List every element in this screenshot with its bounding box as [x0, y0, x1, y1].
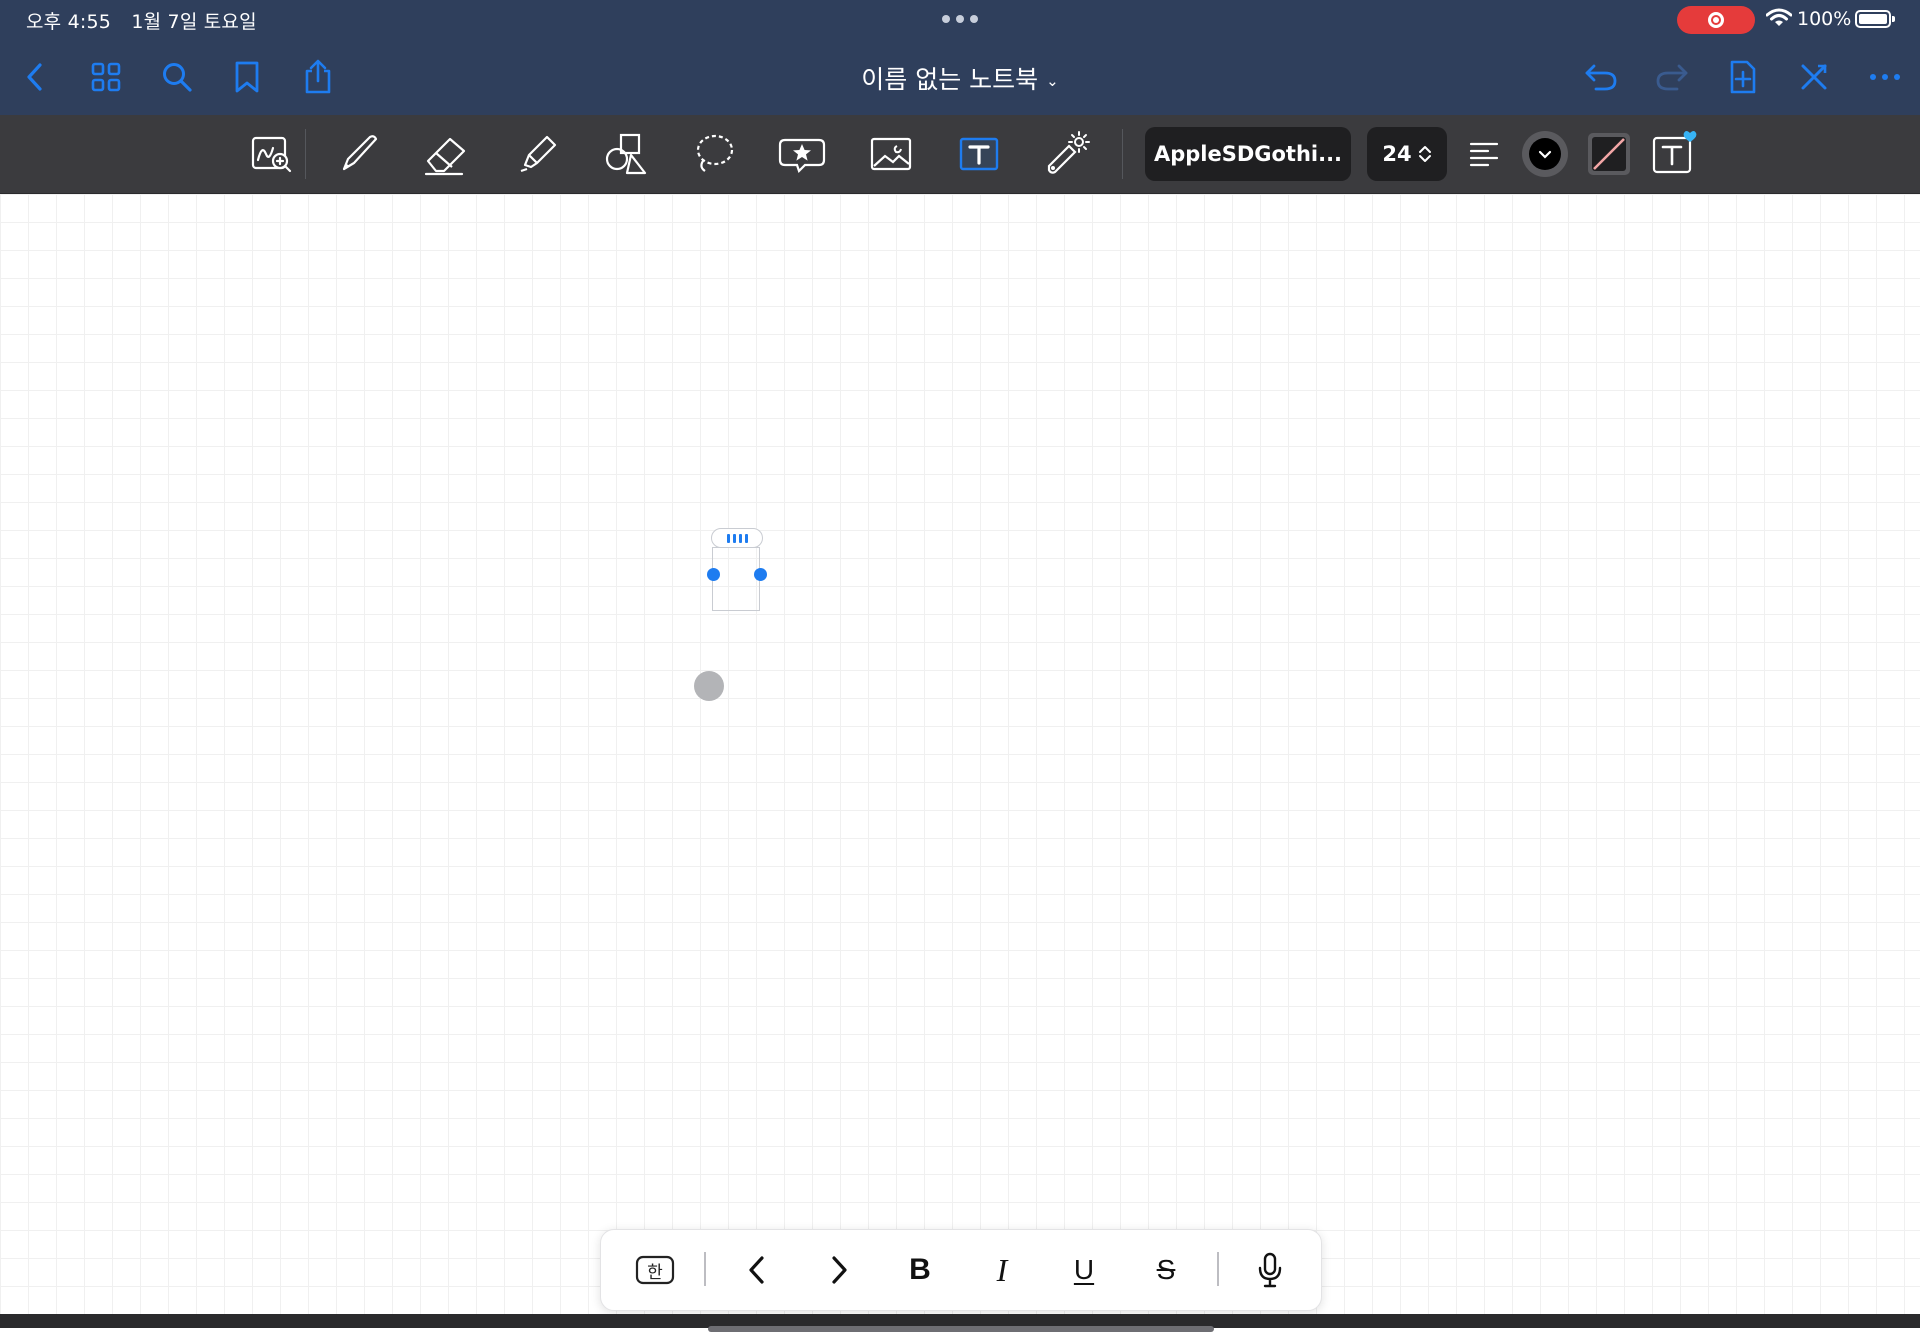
italic-label: I — [996, 1251, 1008, 1288]
chevron-down-icon: ⌄ — [1046, 72, 1059, 90]
screen-recording-indicator[interactable] — [1677, 6, 1755, 34]
note-canvas[interactable] — [0, 194, 1920, 1314]
highlighter-icon[interactable] — [513, 129, 563, 179]
zoom-handwriting-icon[interactable] — [246, 129, 296, 179]
laser-pointer-icon[interactable] — [1042, 129, 1092, 179]
strikethrough-label: S — [1156, 1254, 1176, 1285]
font-family-label: AppleSDGothi... — [1153, 142, 1343, 166]
textbox-resize-handle-left[interactable] — [707, 568, 720, 581]
notebook-title-text: 이름 없는 노트북 — [861, 65, 1039, 94]
textbox-drag-handle[interactable] — [711, 528, 763, 548]
microphone-icon — [1258, 1252, 1282, 1288]
bold-button[interactable]: B — [894, 1244, 946, 1296]
keyboard-language-label: 한 — [647, 1262, 663, 1283]
status-date: 1월 7일 토요일 — [131, 11, 257, 33]
background-color-picker[interactable] — [1584, 129, 1634, 179]
updown-chevron-icon — [1418, 146, 1431, 162]
pointer-cursor — [694, 671, 724, 701]
image-icon[interactable] — [866, 129, 916, 179]
lasso-icon[interactable] — [689, 129, 739, 179]
text-style-presets-icon[interactable] — [1649, 129, 1699, 179]
keyboard-switch-button[interactable]: 한 — [629, 1244, 681, 1296]
shapes-icon[interactable] — [601, 129, 651, 179]
text-color-picker[interactable] — [1520, 129, 1570, 179]
record-icon — [1708, 12, 1724, 28]
notebook-title[interactable]: 이름 없는 노트북 ⌄ — [0, 60, 1920, 96]
strikethrough-button[interactable]: S — [1140, 1244, 1192, 1296]
navigation-bar: 이름 없는 노트북 ⌄ — [0, 40, 1920, 115]
pen-icon[interactable] — [334, 129, 384, 179]
italic-button[interactable]: I — [976, 1244, 1028, 1296]
close-edit-icon[interactable] — [1791, 54, 1837, 100]
cursor-right-button[interactable] — [813, 1244, 865, 1296]
undo-icon[interactable] — [1578, 54, 1624, 100]
text-align-icon[interactable] — [1459, 129, 1509, 179]
underline-label: U — [1073, 1254, 1095, 1285]
multitasking-dots[interactable] — [942, 15, 978, 23]
text-format-bar: 한 B I U S — [600, 1229, 1322, 1311]
add-page-icon[interactable] — [1720, 54, 1766, 100]
eraser-icon[interactable] — [422, 129, 472, 179]
dictation-button[interactable] — [1244, 1244, 1296, 1296]
text-tool-icon[interactable] — [954, 129, 1004, 179]
sticker-icon[interactable] — [777, 129, 827, 179]
battery-icon — [1855, 10, 1895, 28]
bold-label: B — [909, 1253, 931, 1286]
status-time: 오후 4:55 — [26, 11, 112, 33]
battery-percent: 100% — [1797, 8, 1852, 30]
cursor-left-button[interactable] — [731, 1244, 783, 1296]
font-family-selector[interactable]: AppleSDGothi... — [1145, 127, 1351, 181]
home-indicator[interactable] — [708, 1326, 1214, 1332]
textbox-resize-handle-right[interactable] — [754, 568, 767, 581]
status-time-date: 오후 4:55 1월 7일 토요일 — [26, 7, 271, 34]
font-size-stepper[interactable]: 24 — [1367, 127, 1447, 181]
redo-icon[interactable] — [1649, 54, 1695, 100]
text-box[interactable] — [712, 547, 760, 611]
drawing-toolbar: AppleSDGothi... 24 — [0, 115, 1920, 194]
underline-button[interactable]: U — [1058, 1244, 1110, 1296]
wifi-icon — [1766, 8, 1792, 26]
font-size-value: 24 — [1382, 142, 1412, 166]
status-bar: 오후 4:55 1월 7일 토요일 100% — [0, 0, 1920, 40]
more-icon[interactable] — [1862, 54, 1908, 100]
